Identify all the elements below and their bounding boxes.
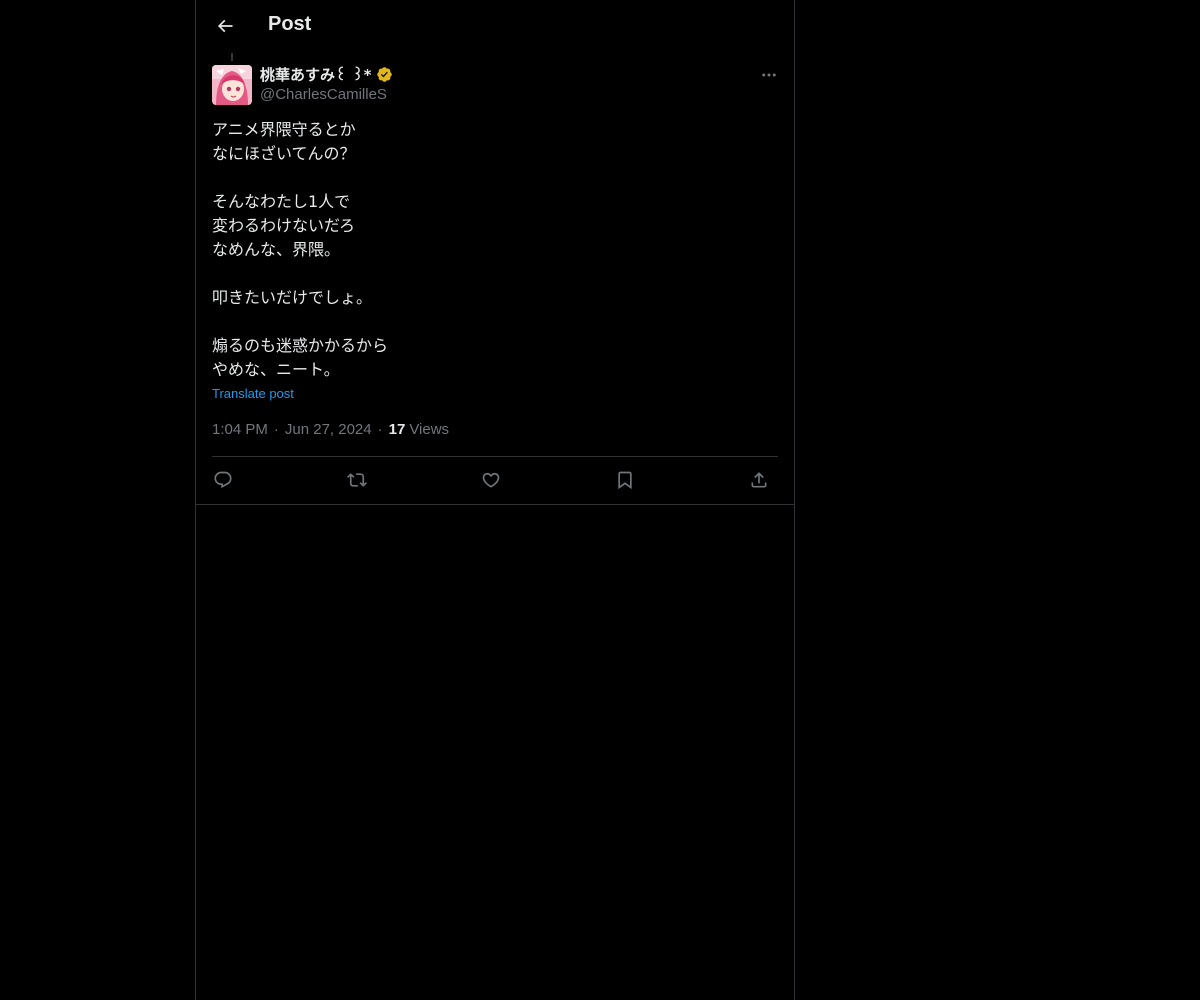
thread-connector-line [231,53,233,61]
share-icon [749,470,769,490]
meta-separator: · [377,421,383,438]
post-bottom-border [196,504,794,505]
author-name-row: 桃華あすみ꒰ ꒱* [260,64,393,85]
like-button[interactable] [476,466,506,494]
avatar-image [212,65,252,105]
more-options-button[interactable] [756,62,782,88]
share-button[interactable] [744,466,774,494]
author-handle[interactable]: @CharlesCamilleS [260,86,387,103]
views-label: Views [409,421,450,438]
divider [212,456,778,457]
page-title: Post [268,13,312,35]
bookmark-button[interactable] [610,466,640,494]
back-button[interactable] [208,9,242,43]
action-bar [212,466,778,494]
repost-icon [347,470,367,490]
reply-button[interactable] [208,466,238,494]
more-dots-icon [760,66,778,84]
heart-icon [481,470,501,490]
post-time[interactable]: 1:04 PM [212,421,268,438]
translate-post-link[interactable]: Translate post [212,386,294,401]
author-display-name[interactable]: 桃華あすみ꒰ ꒱* [260,64,372,85]
views-count: 17 [388,421,406,438]
avatar[interactable] [212,65,252,105]
bookmark-icon [615,470,635,490]
arrow-left-icon [215,16,235,36]
top-bar: Post [196,0,794,53]
verified-badge-icon[interactable] [376,66,393,83]
post-text: アニメ界隈守るとか なにほざいてんの？ そんなわたし1人で 変わるわけないだろ … [212,120,389,379]
reply-icon [213,470,233,490]
post-date[interactable]: Jun 27, 2024 [285,421,372,438]
post-meta: 1:04 PM · Jun 27, 2024 · 17 Views [212,421,449,438]
meta-separator: · [273,421,279,438]
main-column: Post 桃華あすみ꒰ ꒱* @CharlesCamilleS アニメ界隈守ると… [195,0,795,1000]
repost-button[interactable] [342,466,372,494]
